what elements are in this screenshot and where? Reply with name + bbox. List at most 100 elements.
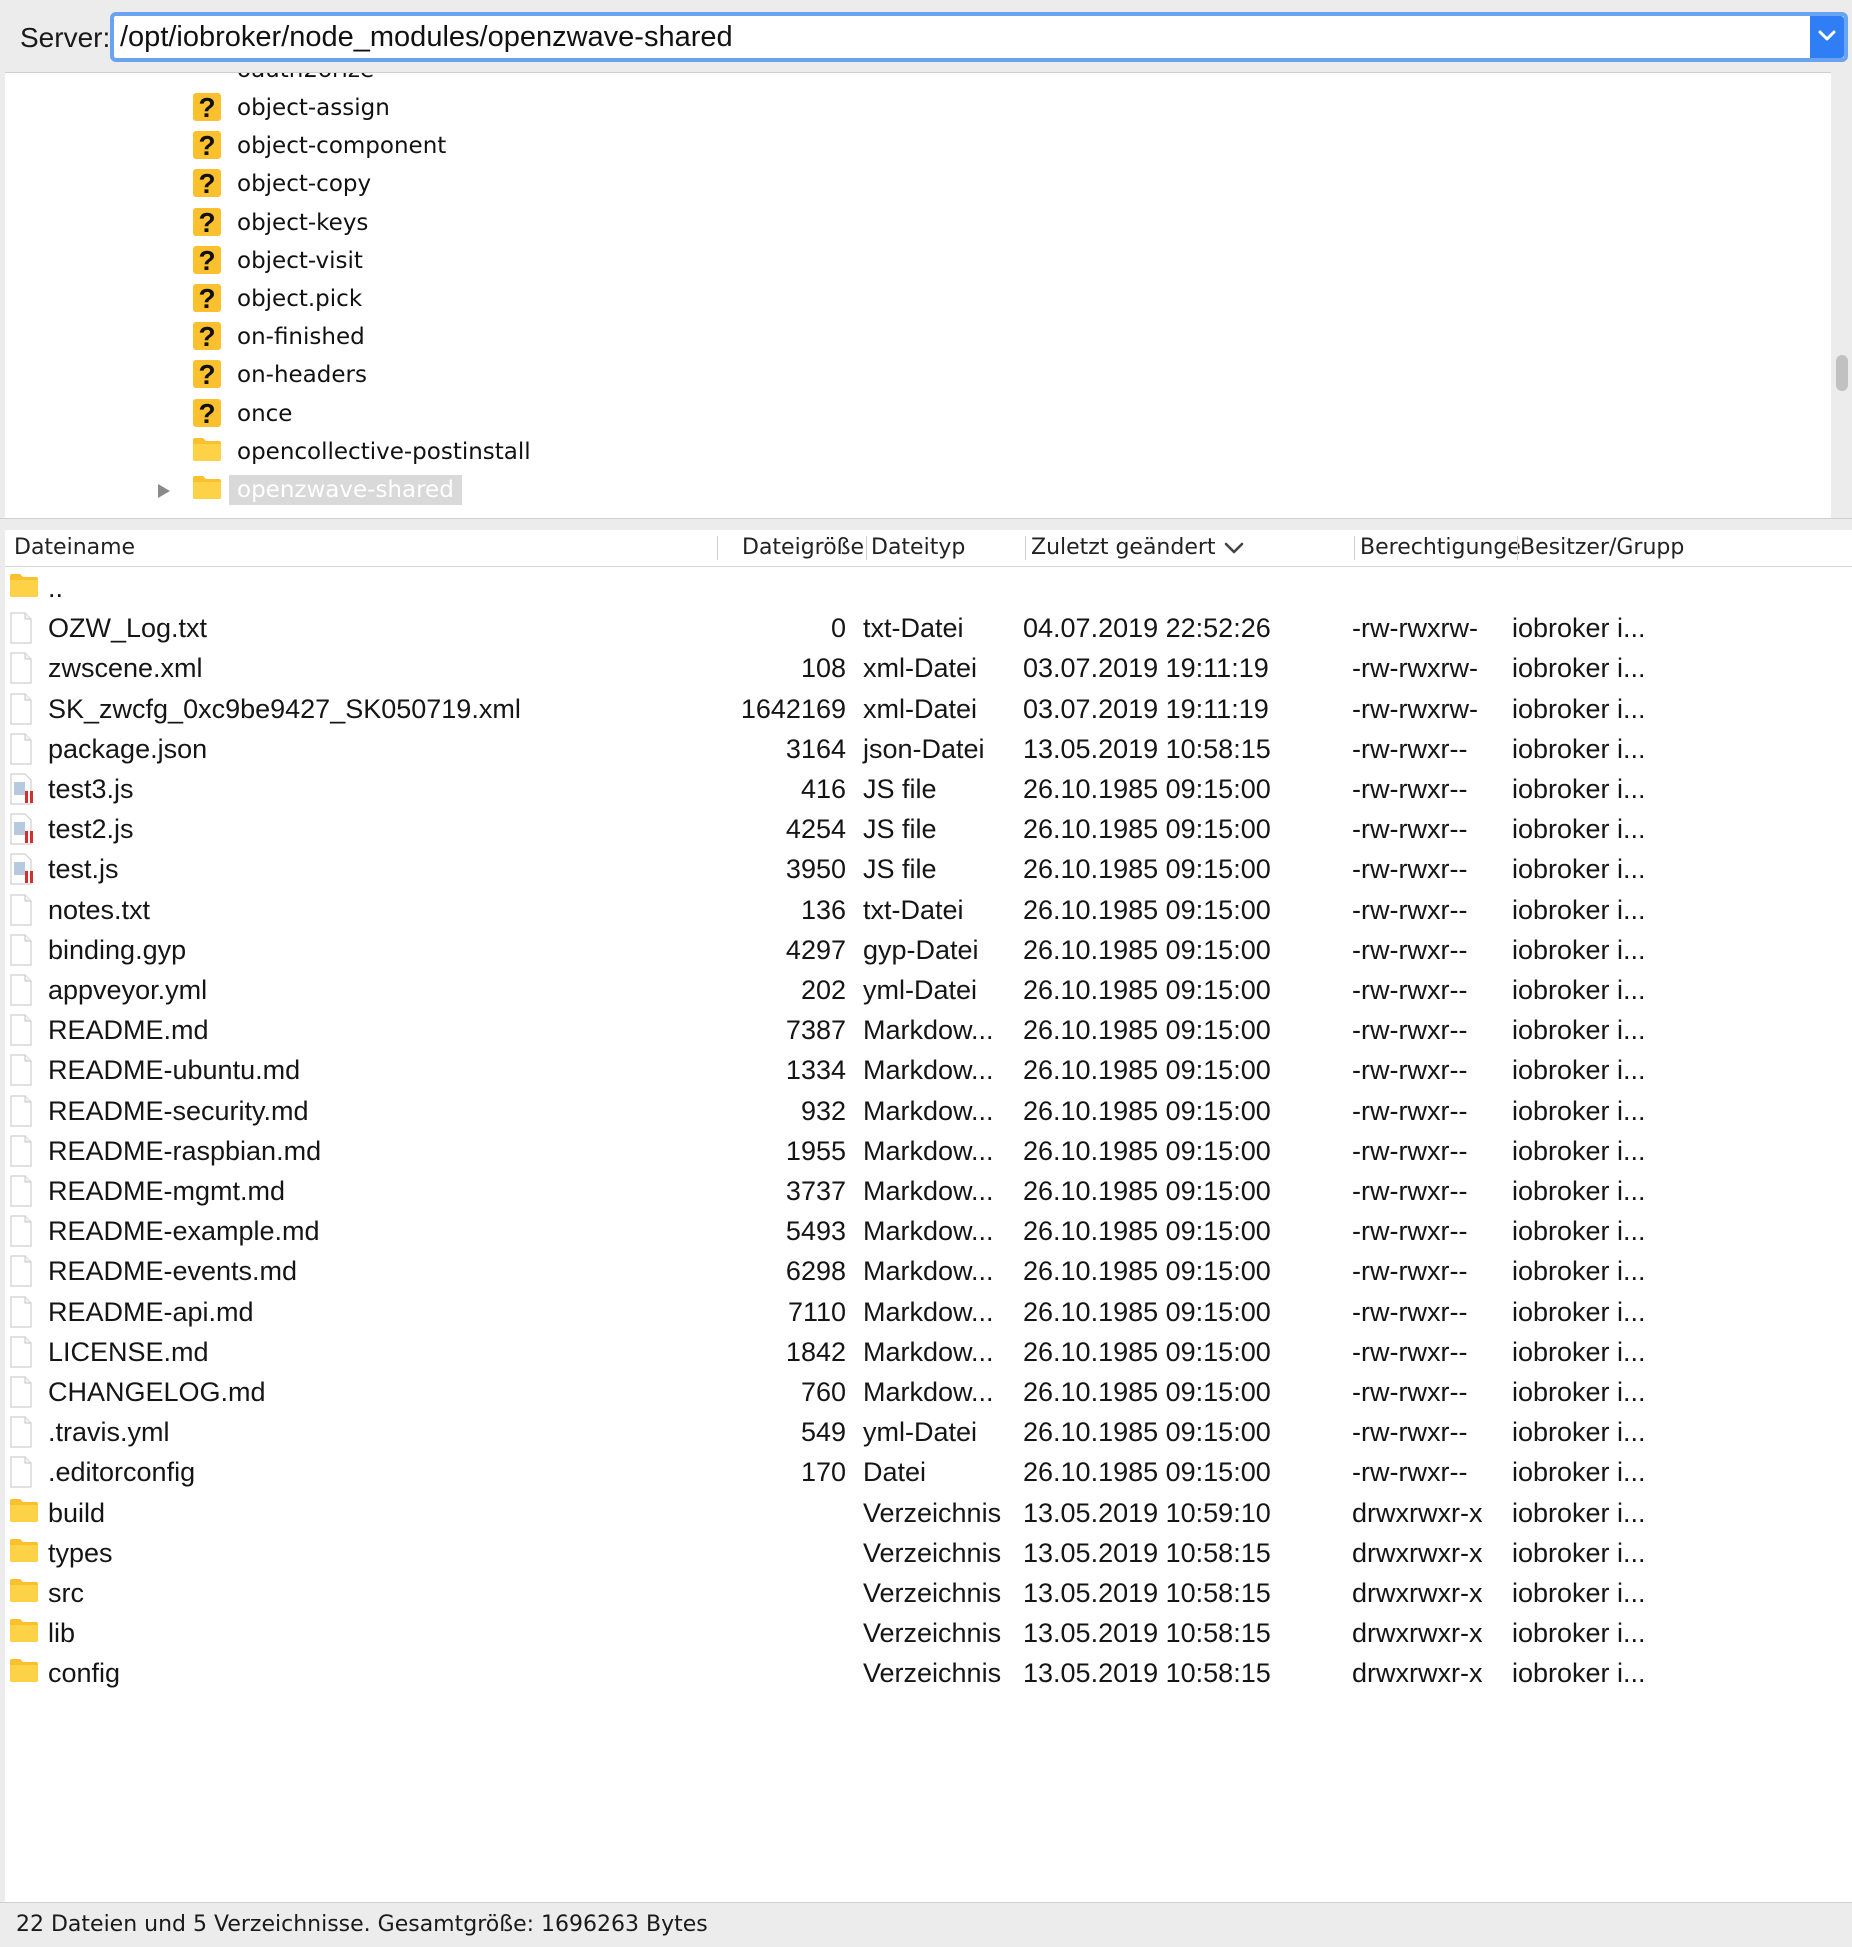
file-row-icon bbox=[9, 1295, 33, 1333]
file-row[interactable]: package.json 3164 json-Datei 13.05.2019 … bbox=[5, 729, 1852, 769]
file-owner: iobroker i... bbox=[1512, 814, 1646, 845]
column-header-name[interactable]: Dateiname bbox=[14, 534, 135, 562]
file-icon bbox=[10, 1175, 32, 1207]
file-owner: iobroker i... bbox=[1512, 1015, 1646, 1046]
column-header-size[interactable]: Dateigröße bbox=[742, 534, 864, 562]
file-type: Markdow... bbox=[863, 1377, 994, 1407]
file-row[interactable]: binding.gyp 4297 gyp-Datei 26.10.1985 09… bbox=[5, 930, 1852, 970]
file-name: README-api.md bbox=[48, 1296, 254, 1327]
tree-item[interactable]: ? once bbox=[5, 395, 1825, 433]
file-row[interactable]: test3.js 416 JS file 26.10.1985 09:15:00… bbox=[5, 769, 1852, 809]
file-row[interactable]: README-events.md 6298 Markdow... 26.10.1… bbox=[5, 1251, 1852, 1291]
file-row[interactable]: SK_zwcfg_0xc9be9427_SK050719.xml 1642169… bbox=[5, 689, 1852, 729]
file-type: Markdow... bbox=[863, 1015, 994, 1046]
file-row[interactable]: types Verzeichnis 13.05.2019 10:58:15 dr… bbox=[5, 1533, 1852, 1573]
remote-directory-tree[interactable]: oauth2orize ? object-assign ? object-com… bbox=[5, 72, 1831, 518]
file-row[interactable]: src Verzeichnis 13.05.2019 10:58:15 drwx… bbox=[5, 1573, 1852, 1613]
column-separator[interactable] bbox=[1517, 536, 1518, 560]
column-separator[interactable] bbox=[717, 536, 718, 560]
tree-item[interactable]: ? object.pick bbox=[5, 280, 1825, 318]
tree-item-partial[interactable]: oauth2orize bbox=[5, 73, 1825, 89]
file-list-header: Dateiname Dateigröße Dateityp Zuletzt ge… bbox=[5, 530, 1852, 567]
tree-item[interactable]: ? object-assign bbox=[5, 89, 1825, 127]
tree-item[interactable]: ? on-finished bbox=[5, 318, 1825, 356]
file-row[interactable]: README-api.md 7110 Markdow... 26.10.1985… bbox=[5, 1292, 1852, 1332]
file-permissions: -rw-rwxr-- bbox=[1352, 1095, 1468, 1126]
tree-item[interactable]: ? object-visit bbox=[5, 242, 1825, 280]
file-row[interactable]: .editorconfig 170 Datei 26.10.1985 09:15… bbox=[5, 1452, 1852, 1492]
tree-item-label: object-assign bbox=[237, 95, 390, 121]
file-permissions: drwxrwxr-x bbox=[1352, 1658, 1483, 1689]
file-row[interactable]: .travis.yml 549 yml-Datei 26.10.1985 09:… bbox=[5, 1412, 1852, 1452]
file-row[interactable]: README-mgmt.md 3737 Markdow... 26.10.198… bbox=[5, 1171, 1852, 1211]
remote-file-list[interactable]: Dateiname Dateigröße Dateityp Zuletzt ge… bbox=[5, 530, 1852, 1902]
tree-item[interactable]: openzwave-shared bbox=[5, 471, 1825, 509]
file-row[interactable]: config Verzeichnis 13.05.2019 10:58:15 d… bbox=[5, 1653, 1852, 1693]
file-permissions: -rw-rwxr-- bbox=[1352, 894, 1468, 925]
server-path-combobox[interactable] bbox=[110, 12, 1848, 62]
column-header-permissions[interactable]: Berechtigunge bbox=[1360, 534, 1521, 562]
file-row[interactable]: notes.txt 136 txt-Datei 26.10.1985 09:15… bbox=[5, 890, 1852, 930]
file-row[interactable]: test2.js 4254 JS file 26.10.1985 09:15:0… bbox=[5, 809, 1852, 849]
question-icon: ? bbox=[193, 168, 221, 199]
file-owner: iobroker i... bbox=[1512, 894, 1646, 925]
file-icon bbox=[10, 974, 32, 1006]
tree-item[interactable]: ? object-copy bbox=[5, 165, 1825, 203]
file-row[interactable]: zwscene.xml 108 xml-Datei 03.07.2019 19:… bbox=[5, 648, 1852, 688]
tree-item[interactable]: ? object-keys bbox=[5, 204, 1825, 242]
file-permissions: drwxrwxr-x bbox=[1352, 1618, 1483, 1649]
file-name: test3.js bbox=[48, 774, 134, 804]
file-modified: 26.10.1985 09:15:00 bbox=[1023, 934, 1271, 965]
column-header-owner[interactable]: Besitzer/Grupp bbox=[1520, 534, 1684, 562]
file-row[interactable]: README.md 7387 Markdow... 26.10.1985 09:… bbox=[5, 1010, 1852, 1050]
file-size: 0 bbox=[830, 613, 846, 644]
file-row[interactable]: README-security.md 932 Markdow... 26.10.… bbox=[5, 1091, 1852, 1131]
file-permissions: -rw-rwxr-- bbox=[1352, 1336, 1468, 1367]
server-path-input[interactable] bbox=[120, 16, 1820, 58]
tree-item[interactable]: opencollective-postinstall bbox=[5, 433, 1825, 471]
column-header-type[interactable]: Dateityp bbox=[871, 534, 965, 562]
file-row[interactable]: README-ubuntu.md 1334 Markdow... 26.10.1… bbox=[5, 1050, 1852, 1090]
file-row[interactable]: appveyor.yml 202 yml-Datei 26.10.1985 09… bbox=[5, 970, 1852, 1010]
file-modified: 26.10.1985 09:15:00 bbox=[1023, 1296, 1271, 1327]
file-row-icon bbox=[9, 1014, 33, 1051]
file-size: 549 bbox=[800, 1417, 846, 1448]
tree-item-label: object-component bbox=[237, 133, 447, 160]
file-name: config bbox=[48, 1658, 121, 1689]
file-row[interactable]: LICENSE.md 1842 Markdow... 26.10.1985 09… bbox=[5, 1332, 1852, 1372]
chevron-down-icon bbox=[1818, 30, 1836, 41]
file-permissions: -rw-rwxr-- bbox=[1352, 975, 1468, 1005]
column-separator[interactable] bbox=[866, 536, 867, 560]
file-icon bbox=[10, 893, 32, 926]
file-size: 4297 bbox=[785, 934, 846, 965]
tree-scrollbar-thumb[interactable] bbox=[1836, 355, 1848, 391]
file-permissions: -rw-rwxr-- bbox=[1352, 774, 1468, 804]
file-row-icon bbox=[9, 692, 33, 730]
column-separator[interactable] bbox=[1025, 536, 1026, 560]
path-dropdown-button[interactable] bbox=[1810, 16, 1844, 58]
disclosure-triangle-icon[interactable] bbox=[157, 483, 171, 499]
file-name: notes.txt bbox=[48, 894, 151, 925]
file-name: README-security.md bbox=[48, 1095, 309, 1126]
file-permissions: drwxrwxr-x bbox=[1352, 1537, 1483, 1568]
file-name: lib bbox=[48, 1618, 76, 1649]
file-row[interactable]: build Verzeichnis 13.05.2019 10:59:10 dr… bbox=[5, 1493, 1852, 1533]
file-row[interactable]: lib Verzeichnis 13.05.2019 10:58:15 drwx… bbox=[5, 1613, 1852, 1653]
file-row[interactable]: .. bbox=[5, 568, 1852, 608]
tree-item[interactable]: ? on-headers bbox=[5, 356, 1825, 394]
file-row-icon bbox=[9, 853, 35, 890]
folder-icon bbox=[10, 1498, 38, 1522]
file-row[interactable]: test.js 3950 JS file 26.10.1985 09:15:00… bbox=[5, 849, 1852, 889]
file-type: Verzeichnis bbox=[863, 1618, 1002, 1649]
file-row[interactable]: README-raspbian.md 1955 Markdow... 26.10… bbox=[5, 1131, 1852, 1171]
column-separator[interactable] bbox=[1354, 536, 1355, 560]
column-header-modified[interactable]: Zuletzt geändert bbox=[1031, 534, 1216, 562]
file-row[interactable]: CHANGELOG.md 760 Markdow... 26.10.1985 0… bbox=[5, 1372, 1852, 1412]
tree-item[interactable]: ? object-component bbox=[5, 127, 1825, 165]
file-type: txt-Datei bbox=[863, 613, 964, 644]
file-row[interactable]: OZW_Log.txt 0 txt-Datei 04.07.2019 22:52… bbox=[5, 608, 1852, 648]
file-icon bbox=[10, 612, 32, 644]
file-modified: 03.07.2019 19:11:19 bbox=[1023, 693, 1269, 724]
file-row[interactable]: README-example.md 5493 Markdow... 26.10.… bbox=[5, 1211, 1852, 1251]
file-size: 108 bbox=[800, 653, 846, 684]
